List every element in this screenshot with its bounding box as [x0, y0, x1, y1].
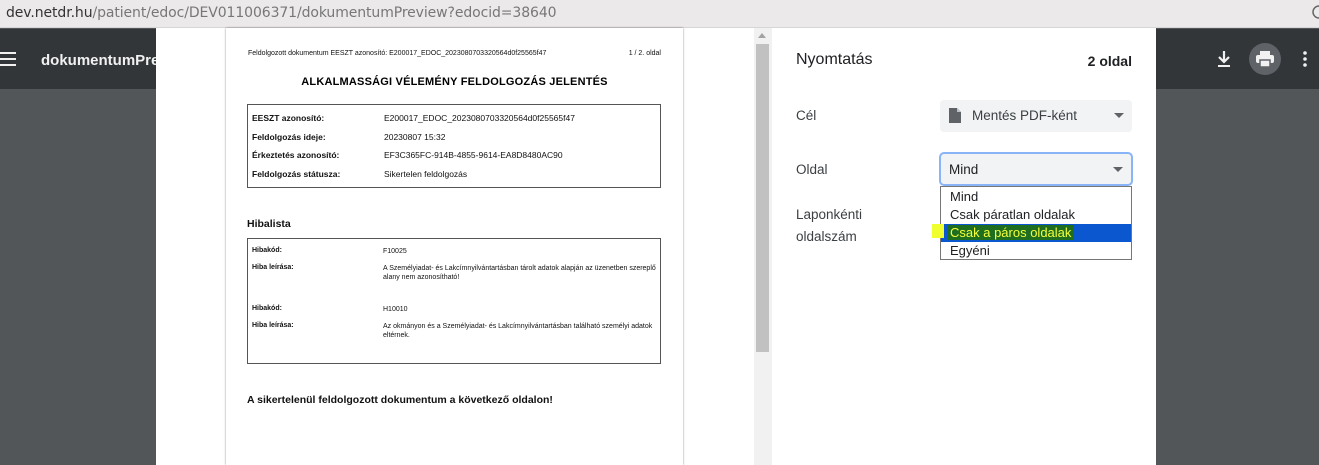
pages-select[interactable]: Mind — [940, 153, 1132, 185]
per-sheet-label-line2: oldalszám — [796, 229, 857, 244]
pages-value: Mind — [949, 162, 979, 177]
error-section-title: Hibalista — [247, 218, 291, 230]
menu-icon[interactable] — [0, 51, 18, 67]
print-title: Nyomtatás — [796, 51, 873, 68]
error-table: Hibakód: F10025 Hiba leírása: A Személyi… — [247, 238, 661, 364]
download-icon[interactable] — [1208, 43, 1240, 75]
more-vert-icon[interactable] — [1289, 43, 1319, 75]
highlight-marker — [932, 224, 944, 238]
error-desc-label: Hiba leírása: — [252, 322, 294, 329]
chevron-down-icon — [1113, 167, 1123, 172]
info-value: E200017_EDOC_2023080703320564d0f25565f47 — [384, 113, 575, 123]
pages-option[interactable]: Csak páratlan oldalak — [941, 206, 1131, 224]
info-key: Feldolgozás ideje: — [252, 132, 326, 142]
info-value: 20230807 15:32 — [384, 132, 446, 142]
scroll-thumb[interactable] — [756, 44, 769, 352]
print-icon[interactable] — [1249, 43, 1281, 75]
print-settings-panel: Nyomtatás 2 oldal Cél Mentés PDF-ként Ol… — [772, 28, 1156, 465]
per-sheet-label-line1: Laponkénti — [796, 207, 863, 222]
document-title: ALKALMASSÁGI VÉLEMÉNY FELDOLGOZÁS JELENT… — [301, 76, 608, 88]
error-desc-label: Hiba leírása: — [252, 264, 294, 271]
pages-option[interactable]: Egyéni — [941, 242, 1131, 260]
error-desc: Az okmányon és a Személyiadat- és Lakcím… — [383, 323, 653, 339]
page-number: 1 / 2. oldal — [628, 50, 661, 57]
destination-value: Mentés PDF-ként — [972, 108, 1078, 123]
info-key: EESZT azonosító: — [252, 113, 325, 123]
zoom-icon[interactable] — [1311, 4, 1319, 20]
error-code: F10025 — [383, 248, 407, 255]
error-code-label: Hibakód: — [252, 247, 282, 254]
document-icon — [949, 108, 961, 123]
url-path: /patient/edoc/DEV011006371/dokumentumPre… — [92, 5, 557, 21]
destination-select[interactable]: Mentés PDF-ként — [940, 100, 1132, 132]
pages-option[interactable]: Mind — [941, 188, 1131, 206]
info-key: Érkeztetés azonosító: — [252, 150, 340, 160]
error-desc: A Személyiadat- és Lakcímnyilvántartásba… — [383, 265, 656, 281]
pages-label: Oldal — [796, 162, 828, 177]
viewer-background — [1156, 89, 1319, 465]
browser-address-bar[interactable]: dev.netdr.hu/patient/edoc/DEV011006371/d… — [0, 0, 1319, 28]
scroll-up-arrow-icon[interactable] — [758, 33, 766, 38]
preview-page: Feldolgozott dokumentum EESZT azonosító:… — [226, 28, 683, 465]
error-code: H10010 — [383, 306, 408, 313]
error-code-label: Hibakód: — [252, 305, 282, 312]
pages-option-selected[interactable]: Csak a páros oldalak — [941, 224, 1131, 242]
info-value: EF3C365FC-914B-4855-9614-EA8D8480AC90 — [384, 150, 563, 160]
page-header-left: Feldolgozott dokumentum EESZT azonosító:… — [248, 50, 547, 57]
preview-scrollbar[interactable] — [754, 28, 772, 465]
destination-label: Cél — [796, 108, 817, 123]
url-host: dev.netdr.hu — [6, 5, 93, 21]
footer-note: A sikertelenül feldolgozott dokumentum a… — [247, 394, 553, 406]
pages-option-selected-text: Csak a páros oldalak — [948, 225, 1074, 240]
info-key: Feldolgozás státusza: — [252, 169, 341, 179]
url-text[interactable]: dev.netdr.hu/patient/edoc/DEV011006371/d… — [6, 5, 557, 21]
per-sheet-label: Laponkénti oldalszám — [796, 204, 862, 248]
info-value: Sikertelen feldolgozás — [384, 169, 468, 179]
info-table: EESZT azonosító: E200017_EDOC_2023080703… — [247, 104, 661, 188]
page-count: 2 oldal — [1087, 53, 1132, 69]
pages-dropdown-list[interactable]: Mind Csak páratlan oldalak Csak a páros … — [940, 186, 1132, 260]
chevron-down-icon — [1114, 113, 1124, 118]
